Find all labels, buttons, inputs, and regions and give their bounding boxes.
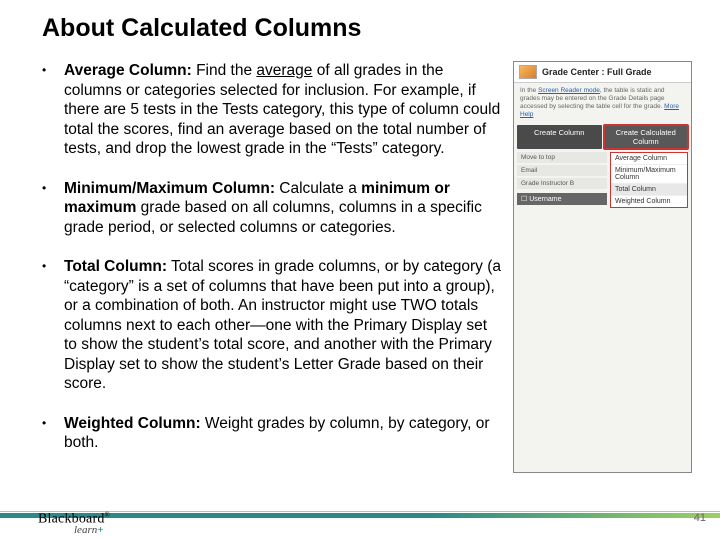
logo-sub-text: learn <box>74 524 97 536</box>
bullet-list: • Average Column: Find the average of al… <box>42 61 501 453</box>
t: In the <box>520 87 538 94</box>
shot-side-item[interactable]: Move to top <box>517 152 607 163</box>
bullet-label: Total Column: <box>64 258 167 275</box>
bullet-body: Average Column: Find the average of all … <box>64 61 501 159</box>
shot-logo-icon <box>519 65 537 79</box>
shot-lower-left: Move to top Email Grade Instructor B Use… <box>517 152 607 208</box>
menu-item-minmax[interactable]: Minimum/Maximum Column <box>611 165 687 184</box>
t: Total scores in grade columns, or by cat… <box>64 258 501 392</box>
page-number: 41 <box>694 512 706 524</box>
bullet-dot: • <box>42 179 64 238</box>
menu-item-average[interactable]: Average Column <box>611 153 687 165</box>
bullet-dot: • <box>42 61 64 159</box>
shot-link[interactable]: Screen Reader mode <box>538 87 600 94</box>
menu-item-weighted[interactable]: Weighted Column <box>611 196 687 207</box>
shot-header-title: Grade Center : Full Grade <box>542 67 652 77</box>
shot-button-row: Create Column Create Calculated Column <box>514 125 691 149</box>
t: Find the <box>192 62 257 79</box>
shot-side-item[interactable]: Grade Instructor B <box>517 178 607 189</box>
shot-header: Grade Center : Full Grade <box>514 62 691 83</box>
text-column: • Average Column: Find the average of al… <box>42 61 501 473</box>
bullet-label: Weighted Column: <box>64 415 201 432</box>
create-calculated-column-button[interactable]: Create Calculated Column <box>604 125 689 149</box>
bullet-dot: • <box>42 257 64 394</box>
grade-center-screenshot: Grade Center : Full Grade In the Screen … <box>513 61 692 473</box>
list-item: • Minimum/Maximum Column: Calculate a mi… <box>42 179 501 238</box>
blackboard-logo: Blackboard® learn+ <box>38 512 110 536</box>
bullet-dot: • <box>42 414 64 453</box>
bullet-body: Total Column: Total scores in grade colu… <box>64 257 501 394</box>
plus-icon: + <box>97 524 103 536</box>
bullet-label: Average Column: <box>64 62 192 79</box>
list-item: • Total Column: Total scores in grade co… <box>42 257 501 394</box>
page-title: About Calculated Columns <box>42 14 692 43</box>
create-column-button[interactable]: Create Column <box>517 125 602 149</box>
trademark-icon: ® <box>105 511 111 519</box>
bullet-body: Weighted Column: Weight grades by column… <box>64 414 501 453</box>
bullet-body: Minimum/Maximum Column: Calculate a mini… <box>64 179 501 238</box>
shot-lower: Move to top Email Grade Instructor B Use… <box>514 149 691 211</box>
bullet-label: Minimum/Maximum Column: <box>64 180 275 197</box>
shot-side-item[interactable]: Email <box>517 165 607 176</box>
footer: Blackboard® learn+ 41 <box>0 484 720 540</box>
shot-side-list: Move to top Email Grade Instructor B <box>517 152 607 189</box>
shot-username-header[interactable]: Username <box>517 193 607 205</box>
content-row: • Average Column: Find the average of al… <box>42 61 692 473</box>
list-item: • Weighted Column: Weight grades by colu… <box>42 414 501 453</box>
list-item: • Average Column: Find the average of al… <box>42 61 501 159</box>
shot-blurb: In the Screen Reader mode, the table is … <box>514 83 691 125</box>
t: Calculate a <box>275 180 361 197</box>
calculated-column-menu: Average Column Minimum/Maximum Column To… <box>610 152 688 208</box>
menu-item-total[interactable]: Total Column <box>611 184 687 196</box>
underlined: average <box>256 62 312 79</box>
